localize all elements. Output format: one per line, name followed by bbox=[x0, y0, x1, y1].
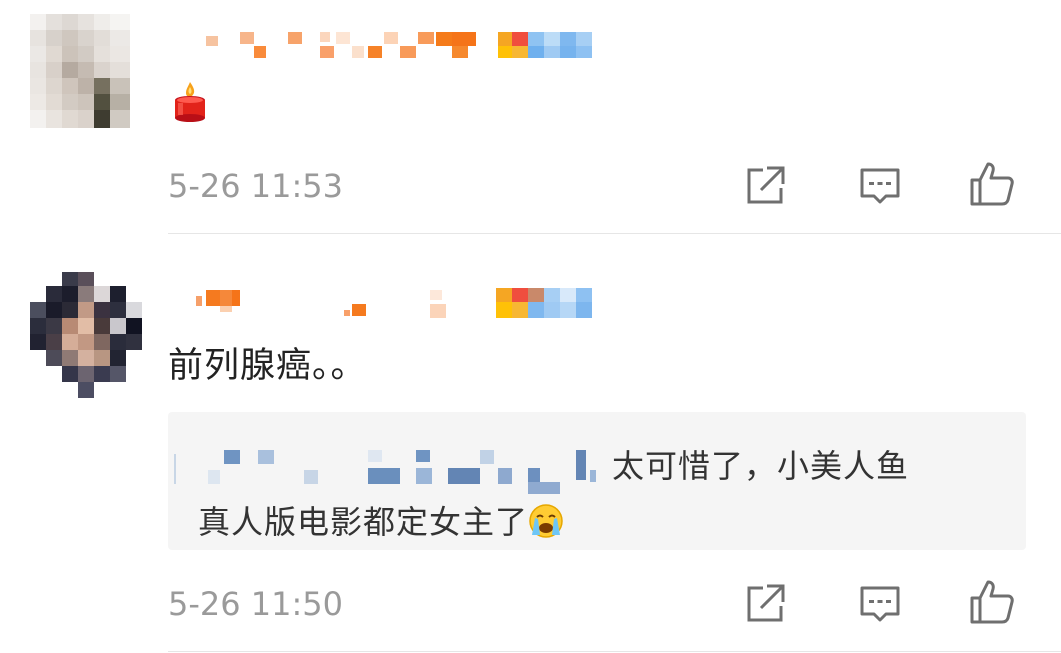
crying-face-icon bbox=[528, 503, 564, 548]
comment-icon[interactable] bbox=[858, 582, 902, 626]
quoted-comment[interactable]: 太可惜了，小美人鱼 真人版电影都定女主了 bbox=[168, 412, 1026, 550]
quote-username-redacted[interactable] bbox=[168, 446, 608, 498]
quote-text: 太可惜了，小美人鱼 bbox=[612, 447, 910, 485]
comment-item: 前列腺癌。。 太可惜了，小美人鱼 真人版电影都定女主了 5-26 11:50 bbox=[0, 0, 1061, 653]
divider bbox=[168, 651, 1061, 652]
avatar[interactable] bbox=[30, 272, 146, 400]
like-icon[interactable] bbox=[968, 578, 1014, 624]
quote-text-line2: 真人版电影都定女主了 bbox=[198, 503, 529, 541]
quote-line: 太可惜了，小美人鱼 bbox=[168, 446, 1026, 494]
share-icon[interactable] bbox=[743, 582, 787, 626]
timestamp: 5-26 11:50 bbox=[168, 585, 344, 623]
username-redacted[interactable] bbox=[196, 286, 596, 318]
comment-body: 前列腺癌。。 bbox=[168, 346, 367, 386]
quote-text: 真人版电影都定女主了 bbox=[198, 502, 564, 548]
